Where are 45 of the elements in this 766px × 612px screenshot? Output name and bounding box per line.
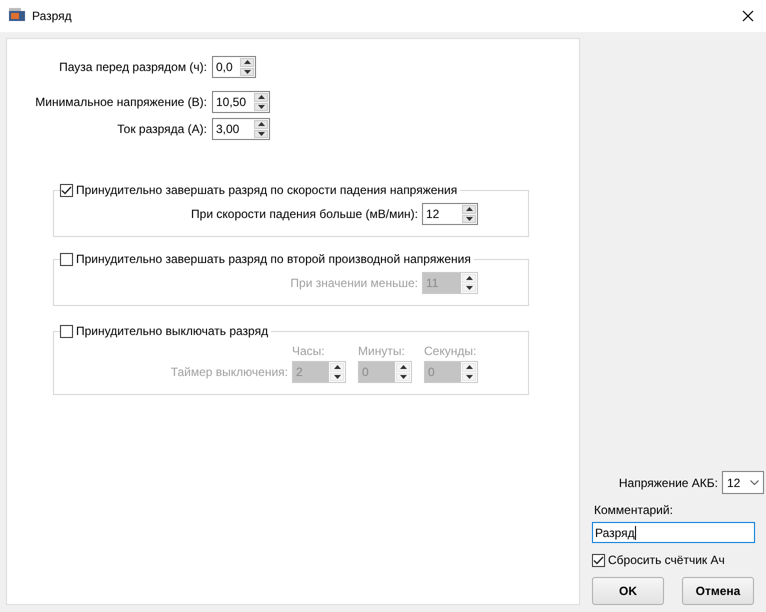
voltage-dropdown[interactable]: 12 <box>722 471 764 494</box>
field-caption: Минуты: <box>358 344 406 358</box>
field-caption: Часы: <box>292 344 326 358</box>
down-triangle-icon[interactable] <box>258 104 264 109</box>
field-label: Ток разряда (А): <box>117 122 207 136</box>
up-triangle-icon[interactable] <box>466 276 472 280</box>
checkbox[interactable] <box>60 184 73 196</box>
spin-field[interactable]: 0,0 <box>212 56 256 78</box>
up-triangle-icon[interactable] <box>466 207 472 212</box>
up-triangle-icon[interactable] <box>258 122 264 126</box>
window-title: Разряд <box>32 9 73 23</box>
field-label: Пауза перед разрядом (ч): <box>59 60 207 74</box>
down-triangle-icon[interactable] <box>258 132 264 136</box>
down-triangle-icon[interactable] <box>244 70 250 74</box>
field-label: При скорости падения больше (мВ/мин): <box>191 207 418 221</box>
up-triangle-icon[interactable] <box>466 365 472 370</box>
up-triangle-icon[interactable] <box>258 95 264 100</box>
cancel-button[interactable]: Отмена <box>682 577 754 605</box>
up-triangle-icon[interactable] <box>334 365 340 370</box>
chevron-icon <box>750 480 759 485</box>
checkbox-label: Принудительно выключать разряд <box>76 324 268 338</box>
up-triangle-icon[interactable] <box>400 365 406 370</box>
down-triangle-icon[interactable] <box>400 374 406 379</box>
field-label: При значении меньше: <box>290 276 418 290</box>
checkbox[interactable] <box>592 554 605 566</box>
close-icon[interactable] <box>742 10 754 22</box>
ok-button[interactable]: OK <box>592 577 664 605</box>
checkbox-label: Принудительно завершать разряд по второй производной напряжения <box>76 252 471 266</box>
down-triangle-icon[interactable] <box>466 286 472 290</box>
up-triangle-icon[interactable] <box>244 60 250 64</box>
field-label: Минимальное напряжение (В): <box>35 95 207 109</box>
spin-field[interactable]: 10,50 <box>212 91 270 113</box>
spin-field[interactable]: 12 <box>422 203 478 225</box>
down-triangle-icon[interactable] <box>334 374 340 379</box>
field-label: Комментарий: <box>594 503 673 517</box>
field-label: Таймер выключения: <box>170 365 288 381</box>
checkbox-label: Принудительно завершать разряд по скорости падения напряжения <box>76 183 458 197</box>
down-triangle-icon[interactable] <box>466 374 472 379</box>
app-icon <box>8 8 26 24</box>
comment-input[interactable]: Разряд <box>592 522 755 543</box>
field-caption: Секунды: <box>424 344 478 358</box>
down-triangle-icon[interactable] <box>466 216 472 221</box>
spin-field[interactable]: 3,00 <box>212 118 270 140</box>
checkbox-label: Сбросить счётчик Ач <box>608 553 725 567</box>
field-label: Напряжение АКБ: <box>618 476 718 490</box>
